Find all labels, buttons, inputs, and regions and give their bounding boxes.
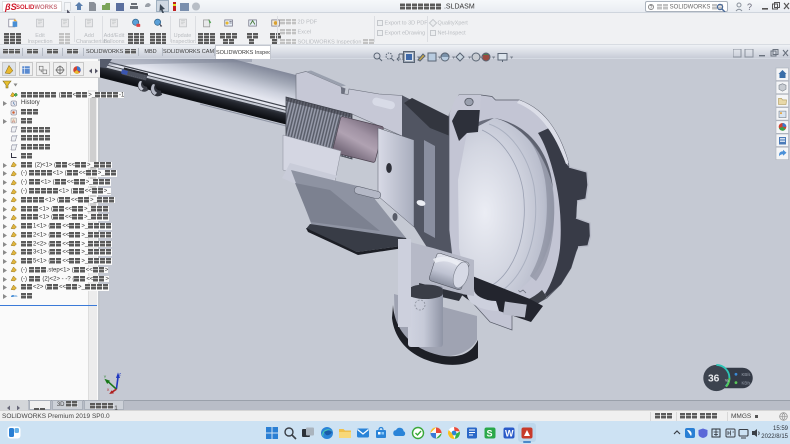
svg-text:W: W [505,429,514,439]
svg-text:KB/s: KB/s [742,372,751,377]
svg-text:%: % [725,378,729,383]
svg-text:Z: Z [119,372,122,377]
svg-text:A: A [12,119,15,124]
svg-text:S: S [487,429,493,439]
svg-text:?: ? [747,2,752,12]
svg-text:36: 36 [708,374,720,385]
svg-text:Y: Y [104,374,107,379]
svg-text:KB/s: KB/s [742,381,751,386]
svg-text:X: X [107,387,110,392]
